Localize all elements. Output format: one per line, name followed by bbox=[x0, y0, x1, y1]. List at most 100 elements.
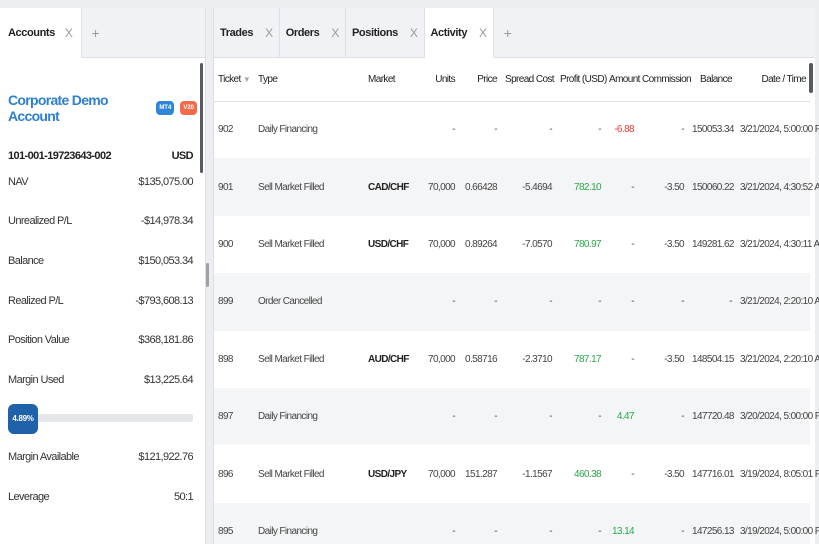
tab-activity[interactable]: Activity X bbox=[424, 8, 494, 58]
cell-amount: 4.47 bbox=[605, 387, 638, 446]
cell-ticket: 897 bbox=[214, 387, 254, 446]
column-header[interactable]: Profit (USD) bbox=[556, 58, 607, 102]
activity-panel: Trades X Orders X Positions X Activity X + Ticke… bbox=[213, 8, 819, 544]
cell-spread: - bbox=[501, 502, 556, 544]
tab-accounts[interactable]: Accounts X bbox=[0, 8, 82, 58]
column-header[interactable]: Units bbox=[422, 58, 459, 102]
cell-balance: 147256.13 bbox=[688, 502, 736, 544]
table-row[interactable]: 902 Daily Financing - - - - -6.88-150053.34 3/2… bbox=[214, 101, 819, 158]
close-icon[interactable]: X bbox=[265, 26, 273, 40]
cell-type: Order Cancelled bbox=[254, 273, 364, 331]
scrollbar[interactable] bbox=[200, 63, 203, 173]
sort-desc-icon[interactable]: ▼ bbox=[243, 75, 251, 84]
cell-date: 3/21/2024, 5:00:00 PM bbox=[740, 124, 819, 136]
metric-label: NAV bbox=[8, 175, 29, 188]
table-row[interactable]: 898 Sell Market Filled AUD/CHF 70,000 0.5871… bbox=[214, 331, 819, 388]
account-id-row: 101-001-19723643-002 USD bbox=[0, 150, 205, 162]
close-icon[interactable]: X bbox=[331, 26, 339, 40]
cell-date: 3/19/2024, 5:00:00 PM bbox=[736, 502, 819, 544]
cell-price: - bbox=[459, 387, 501, 446]
accounts-tabbar: Accounts X + bbox=[0, 8, 205, 58]
column-header[interactable]: Commission bbox=[638, 58, 692, 102]
cell-units: - bbox=[422, 387, 459, 446]
cell-units: - bbox=[422, 273, 459, 331]
column-header[interactable]: Type bbox=[254, 58, 364, 102]
cell-spread: -7.0570 bbox=[522, 238, 552, 250]
cell-price: - bbox=[459, 502, 501, 544]
cell-amount: - bbox=[631, 353, 634, 365]
column-header[interactable]: Price bbox=[459, 58, 501, 102]
metric-row: Leverage 50:1 bbox=[0, 477, 205, 517]
tab-positions[interactable]: Positions X bbox=[346, 8, 425, 57]
cell-ticket: 896 bbox=[218, 468, 233, 480]
cell-profit: - bbox=[556, 502, 605, 544]
cell-units: 70,000 bbox=[428, 353, 456, 365]
account-id: 101-001-19723643-002 bbox=[8, 150, 112, 162]
table-row[interactable]: 897 Daily Financing - - - -4.47-147720.48 3/20… bbox=[214, 387, 819, 446]
cell-amount: - bbox=[631, 238, 634, 250]
metric-value: $13,225.64 bbox=[143, 373, 194, 386]
metric-value: -$14,978.34 bbox=[140, 215, 194, 228]
cell-amount: - bbox=[631, 468, 634, 480]
cell-balance: 150060.22 bbox=[688, 158, 736, 216]
metrics-list-bottom: Margin Available $121,922.76 Leverage 50:1 bbox=[0, 438, 205, 517]
metric-value: 50:1 bbox=[173, 490, 194, 503]
cell-ticket: 899 bbox=[214, 273, 254, 331]
cell-spread: -2.3710 bbox=[522, 353, 552, 365]
cell-profit: 782.10 bbox=[556, 158, 605, 216]
cell-type: Daily Financing bbox=[254, 502, 364, 544]
cell-profit: 780.97 bbox=[574, 238, 602, 250]
metric-value: $135,075.00 bbox=[138, 175, 193, 188]
cell-amount: 13.14 bbox=[605, 502, 638, 544]
cell-profit: 460.38 bbox=[574, 468, 602, 480]
table-row[interactable]: 901 Sell Market Filled CAD/CHF 70,000 0.6642… bbox=[214, 158, 819, 216]
column-header[interactable]: Ticket ▼ bbox=[214, 58, 254, 102]
cell-spread: -1.1567 bbox=[522, 468, 552, 480]
cell-type: Sell Market Filled bbox=[258, 468, 324, 480]
cell-balance: 147720.48 bbox=[688, 387, 736, 446]
column-header-label: Profit (USD) bbox=[560, 73, 607, 85]
table-row[interactable]: 899 Order Cancelled - - - - - - -3/21/2024, 2:20… bbox=[214, 273, 819, 331]
cell-profit: - bbox=[556, 273, 605, 331]
cell-units: - bbox=[452, 124, 455, 136]
column-header-label: Price bbox=[477, 73, 497, 85]
cell-price: - bbox=[494, 124, 497, 136]
add-tab-button[interactable]: + bbox=[494, 8, 522, 57]
cell-amount: -6.88 bbox=[614, 124, 634, 136]
metric-label: Margin Used bbox=[8, 373, 64, 386]
column-header[interactable]: Date / Time bbox=[736, 58, 810, 102]
column-header[interactable]: Balance bbox=[688, 58, 736, 102]
close-icon[interactable]: X bbox=[479, 26, 487, 40]
close-icon[interactable]: X bbox=[65, 26, 73, 40]
panel-resize-handle[interactable] bbox=[206, 263, 209, 287]
close-icon[interactable]: X bbox=[410, 26, 418, 40]
scrollbar[interactable] bbox=[809, 63, 813, 93]
column-header[interactable]: Spread Cost bbox=[501, 58, 556, 102]
metric-row: Realized P/L -$793,608.13 bbox=[0, 281, 205, 321]
account-name-link[interactable]: Corporate Demo Account bbox=[8, 92, 150, 124]
metric-value: -$793,608.13 bbox=[135, 294, 193, 307]
table-row[interactable]: 900 Sell Market Filled USD/CHF 70,000 0.8926… bbox=[214, 216, 819, 273]
metric-row: Position Value $368,181.86 bbox=[0, 320, 205, 360]
metric-label: Leverage bbox=[8, 490, 50, 503]
cell-market: CAD/CHF bbox=[364, 158, 422, 216]
cell-date: 3/19/2024, 8:05:01 PM bbox=[740, 468, 819, 480]
column-header-label: Spread Cost bbox=[505, 73, 555, 85]
cell-price: 151.287 bbox=[465, 468, 498, 480]
table-row[interactable]: 895 Daily Financing - - - -13.14-147256.13 3/1… bbox=[214, 502, 819, 544]
cell-type: Sell Market Filled bbox=[254, 158, 364, 216]
add-tab-button[interactable]: + bbox=[82, 8, 110, 57]
cell-date: 3/20/2024, 5:00:00 PM bbox=[736, 387, 819, 446]
metric-row: Margin Used $13,225.64 bbox=[0, 360, 205, 400]
tab-orders[interactable]: Orders X bbox=[280, 8, 346, 57]
column-header[interactable]: Amount bbox=[605, 58, 640, 102]
cell-units: 70,000 bbox=[422, 158, 459, 216]
column-header[interactable]: Market bbox=[364, 58, 422, 102]
table-row[interactable]: 896 Sell Market Filled USD/JPY 70,000 151.28… bbox=[214, 445, 819, 502]
tab-trades[interactable]: Trades X bbox=[214, 8, 280, 57]
cell-units: - bbox=[422, 502, 459, 544]
cell-balance: 150053.34 bbox=[692, 124, 734, 136]
cell-market: AUD/CHF bbox=[368, 353, 409, 365]
tab-label: Accounts bbox=[8, 26, 55, 39]
column-header-label: Type bbox=[258, 73, 278, 85]
